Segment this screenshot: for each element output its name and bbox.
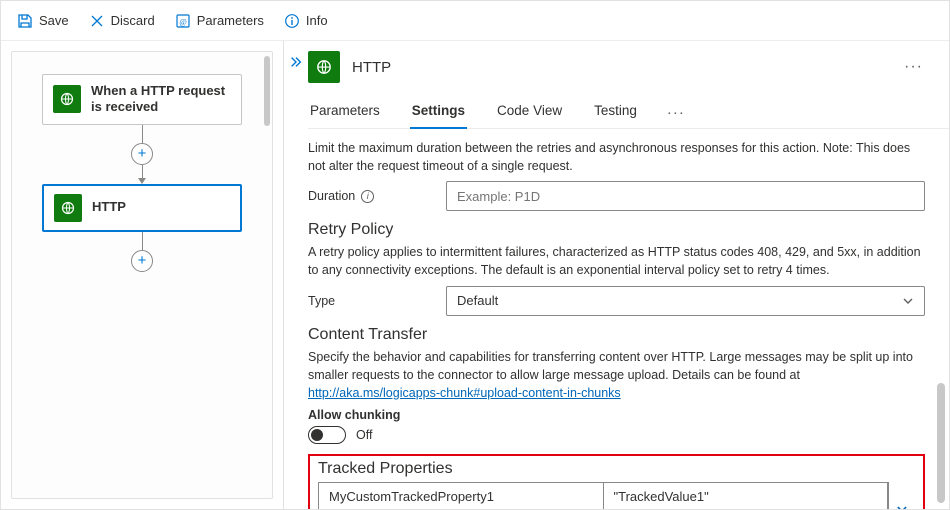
- action-card-title: HTTP: [92, 199, 126, 215]
- svg-text:@: @: [179, 17, 186, 26]
- tracked-key-cell[interactable]: MyCustomTrackedProperty1: [319, 483, 604, 509]
- tab-testing[interactable]: Testing: [592, 97, 639, 128]
- discard-button[interactable]: Discard: [81, 9, 163, 33]
- tracked-properties-grid: MyCustomTrackedProperty1 "TrackedValue1"…: [318, 482, 889, 509]
- tracked-properties-section: Tracked Properties MyCustomTrackedProper…: [308, 454, 925, 509]
- content-transfer-title: Content Transfer: [308, 326, 925, 344]
- parameters-button[interactable]: @ Parameters: [167, 9, 272, 33]
- info-icon[interactable]: i: [361, 190, 374, 203]
- retry-type-label: Type: [308, 294, 335, 308]
- panel-http-icon: [308, 51, 340, 83]
- content-transfer-desc: Specify the behavior and capabilities fo…: [308, 348, 925, 402]
- connector-end: +: [131, 232, 153, 272]
- parameters-label: Parameters: [197, 13, 264, 28]
- panel-tabs: Parameters Settings Code View Testing ··…: [308, 83, 949, 129]
- tabs-overflow-button[interactable]: ···: [667, 104, 685, 121]
- close-icon: [89, 13, 105, 29]
- parameters-icon: @: [175, 13, 191, 29]
- retry-policy-title: Retry Policy: [308, 221, 925, 239]
- designer-canvas-wrap: When a HTTP request is received + HTTP: [1, 41, 283, 509]
- chevron-double-right-icon: [289, 55, 303, 69]
- save-button[interactable]: Save: [9, 9, 77, 33]
- tab-code-view[interactable]: Code View: [495, 97, 564, 128]
- http-trigger-icon: [53, 85, 81, 113]
- panel-scrollbar[interactable]: [937, 135, 945, 503]
- chevron-down-icon: [902, 295, 914, 307]
- info-button[interactable]: Info: [276, 9, 336, 33]
- action-card-http[interactable]: HTTP: [42, 184, 242, 232]
- command-bar: Save Discard @ Parameters Info: [1, 1, 949, 41]
- info-label: Info: [306, 13, 328, 28]
- tracked-remove-button[interactable]: ✕: [889, 482, 915, 509]
- tab-settings[interactable]: Settings: [410, 97, 467, 128]
- retry-type-value: Default: [457, 293, 498, 308]
- duration-input[interactable]: [446, 181, 925, 211]
- arrow-down-icon: [138, 178, 146, 184]
- panel-title: HTTP: [352, 59, 391, 76]
- connector: +: [131, 125, 153, 184]
- tracked-value-cell[interactable]: "TrackedValue1": [604, 483, 889, 509]
- collapse-panel-button[interactable]: [284, 41, 308, 509]
- retry-policy-desc: A retry policy applies to intermittent f…: [308, 243, 925, 279]
- trigger-card-title: When a HTTP request is received: [91, 83, 231, 116]
- designer-scrollbar[interactable]: [264, 56, 270, 494]
- add-step-button[interactable]: +: [131, 250, 153, 272]
- details-panel: HTTP ··· Parameters Settings Code View T…: [283, 41, 949, 509]
- info-icon: [284, 13, 300, 29]
- insert-step-button[interactable]: +: [131, 143, 153, 165]
- discard-label: Discard: [111, 13, 155, 28]
- trigger-card-http-request[interactable]: When a HTTP request is received: [42, 74, 242, 125]
- designer-canvas[interactable]: When a HTTP request is received + HTTP: [11, 51, 273, 499]
- http-action-icon: [54, 194, 82, 222]
- save-icon: [17, 13, 33, 29]
- allow-chunking-state: Off: [356, 428, 372, 442]
- action-timeout-desc: Limit the maximum duration between the r…: [308, 139, 925, 175]
- retry-type-select[interactable]: Default: [446, 286, 925, 316]
- tracked-properties-title: Tracked Properties: [318, 460, 915, 478]
- allow-chunking-toggle[interactable]: [308, 426, 346, 444]
- content-transfer-link[interactable]: http://aka.ms/logicapps-chunk#upload-con…: [308, 386, 621, 400]
- tab-parameters[interactable]: Parameters: [308, 97, 382, 128]
- allow-chunking-label: Allow chunking: [308, 408, 925, 422]
- duration-label: Duration: [308, 189, 355, 203]
- panel-more-button[interactable]: ···: [894, 54, 933, 80]
- save-label: Save: [39, 13, 69, 28]
